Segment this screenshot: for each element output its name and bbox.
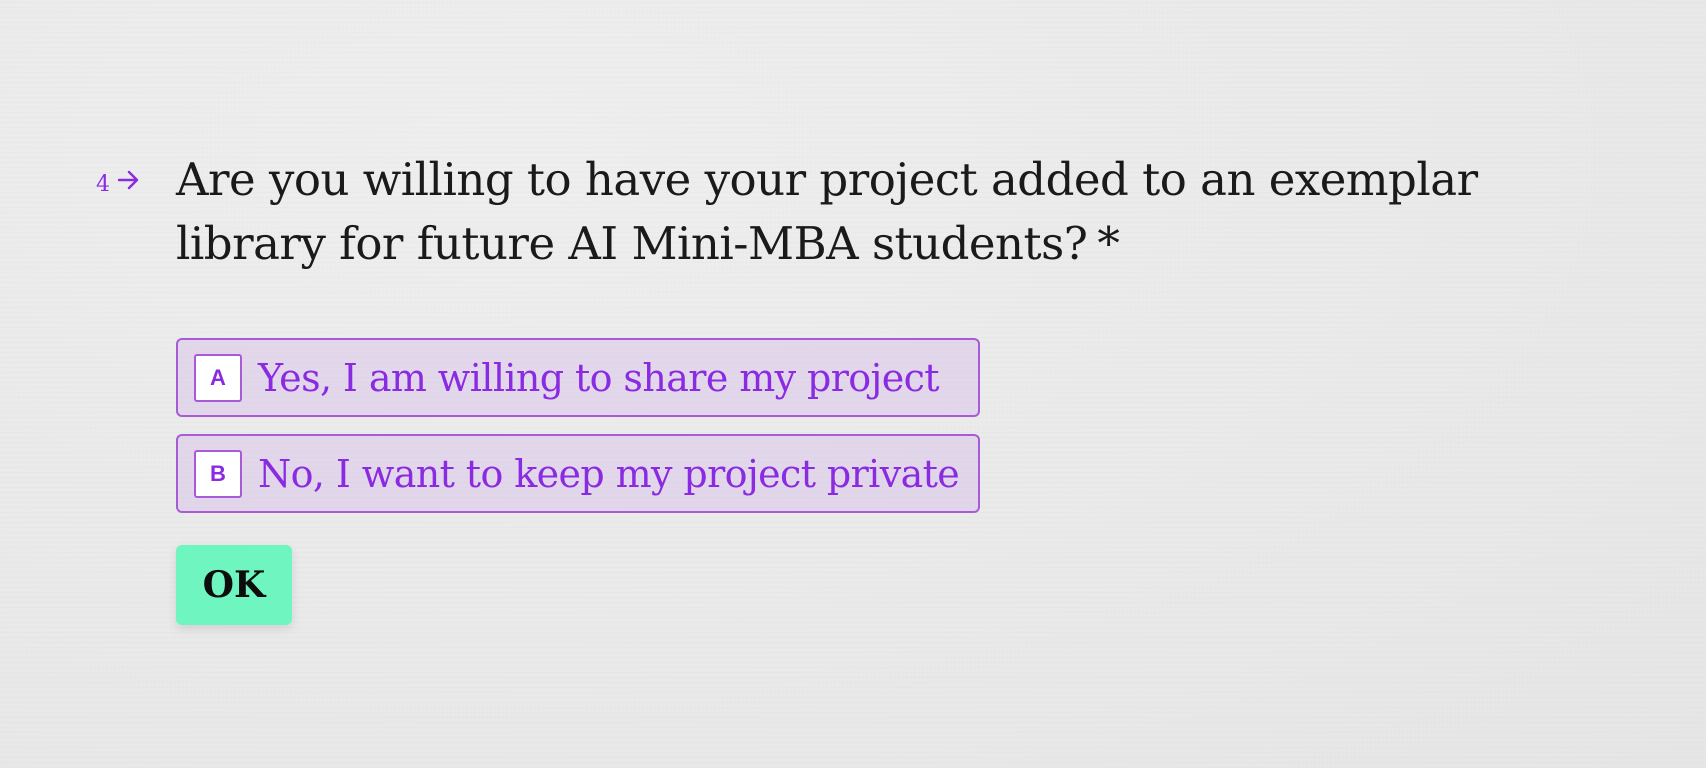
choice-key-b: B bbox=[194, 449, 242, 498]
ok-button[interactable]: OK bbox=[176, 545, 292, 625]
choice-list: A Yes, I am willing to share my project … bbox=[176, 338, 980, 530]
question-marker: 4 bbox=[96, 164, 142, 196]
choice-key-a: A bbox=[194, 353, 242, 402]
choice-label-a: Yes, I am willing to share my project bbox=[258, 355, 940, 400]
choice-label-b: No, I want to keep my project private bbox=[258, 451, 960, 496]
choice-option-b[interactable]: B No, I want to keep my project private bbox=[176, 434, 980, 513]
question-number: 4 bbox=[96, 172, 110, 197]
question-text: Are you willing to have your project add… bbox=[176, 153, 1478, 270]
question-title: Are you willing to have your project add… bbox=[176, 148, 1596, 276]
arrow-right-icon bbox=[117, 170, 139, 190]
required-marker: * bbox=[1097, 217, 1120, 270]
choice-option-a[interactable]: A Yes, I am willing to share my project bbox=[176, 338, 980, 417]
question-block: 4 Are you willing to have your project a… bbox=[0, 0, 1706, 768]
